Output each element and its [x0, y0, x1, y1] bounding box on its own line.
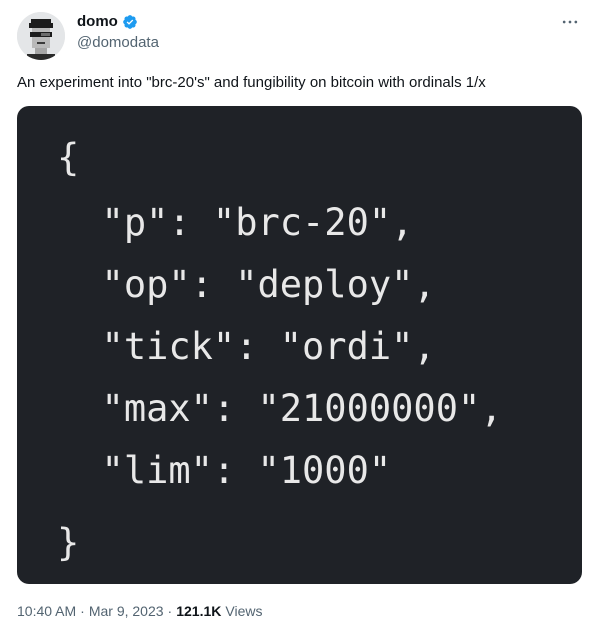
views-label: Views [225, 603, 263, 619]
meta-separator: · [167, 603, 173, 619]
more-options-icon[interactable] [559, 12, 581, 32]
tweet-text: An experiment into "brc-20's" and fungib… [17, 74, 486, 91]
tweet-time[interactable]: 10:40 AM [17, 602, 76, 620]
code-line: "op": "deploy", [57, 263, 436, 306]
tweet-card: domo @domodata An experiment into "brc-2… [0, 0, 597, 631]
meta-separator: · [80, 603, 85, 619]
author-handle[interactable]: @domodata [77, 33, 159, 53]
views-count: 121.1K [176, 603, 222, 619]
tweet-meta: 10:40 AM · Mar 9, 2023 · 121.1K Views [17, 602, 262, 620]
avatar[interactable] [17, 12, 65, 60]
code-line: "p": "brc-20", [57, 201, 414, 244]
code-line: { [57, 136, 80, 179]
code-line: } [57, 521, 80, 564]
tweet-date[interactable]: Mar 9, 2023 [89, 602, 164, 620]
code-line: "tick": "ordi", [57, 325, 436, 368]
display-name[interactable]: domo [77, 12, 118, 32]
verified-badge-icon [122, 14, 138, 30]
author-name-row: domo [77, 12, 138, 32]
code-line: "lim": "1000" [57, 449, 392, 492]
pixel-punk-avatar-icon [17, 12, 65, 60]
code-line: "max": "21000000", [57, 387, 503, 430]
code-block: { "p": "brc-20", "op": "deploy", "tick":… [57, 136, 503, 564]
media-image[interactable]: { "p": "brc-20", "op": "deploy", "tick":… [17, 106, 582, 584]
